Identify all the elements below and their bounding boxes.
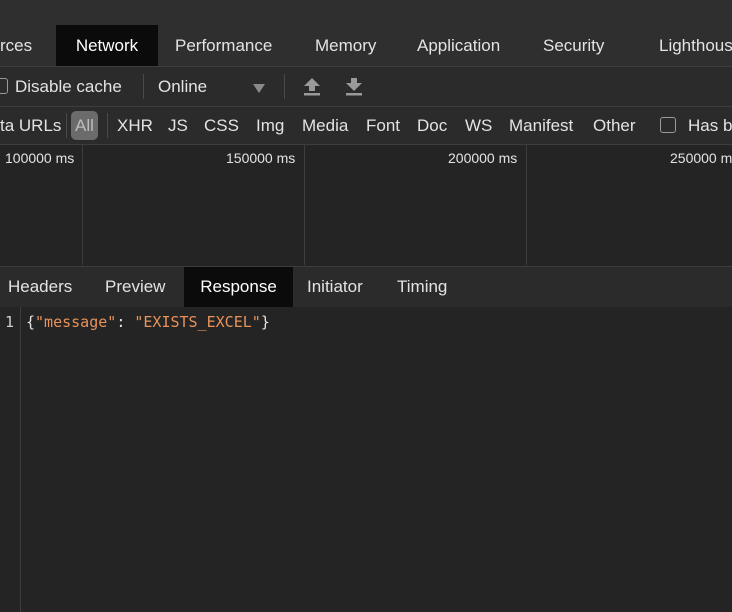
timeline-tick-label: 150000 ms (226, 150, 296, 166)
hide-data-urls-label[interactable]: ta URLs (0, 107, 61, 144)
filter-doc[interactable]: Doc (417, 107, 447, 144)
export-har-icon[interactable] (345, 77, 363, 101)
tab-lighthouse[interactable]: Lighthous (659, 25, 732, 66)
filter-manifest[interactable]: Manifest (509, 107, 573, 144)
filter-media[interactable]: Media (302, 107, 348, 144)
toolbar-divider (143, 74, 144, 99)
chevron-down-icon[interactable] (253, 81, 265, 99)
response-body[interactable]: 1 {"message": "EXISTS_EXCEL"} (0, 307, 732, 612)
network-toolbar: Disable cache Online (0, 67, 732, 107)
filter-all[interactable]: All (71, 111, 98, 140)
disable-cache-label[interactable]: Disable cache (15, 67, 122, 106)
timeline-tick-label: 200000 ms (448, 150, 518, 166)
tab-application[interactable]: Application (417, 25, 500, 66)
tab-timing[interactable]: Timing (397, 267, 447, 307)
tab-initiator[interactable]: Initiator (307, 267, 363, 307)
tab-headers[interactable]: Headers (8, 267, 72, 307)
window-top-strip (0, 0, 732, 25)
json-key: "message" (35, 313, 117, 331)
devtools-main-tabs: rces Network Performance Memory Applicat… (0, 25, 732, 67)
filter-divider (66, 113, 67, 138)
json-brace: } (260, 313, 270, 331)
tab-response[interactable]: Response (184, 267, 293, 307)
tab-preview[interactable]: Preview (105, 267, 165, 307)
line-number: 1 (5, 313, 15, 331)
tab-performance[interactable]: Performance (175, 25, 272, 66)
tab-memory[interactable]: Memory (315, 25, 376, 66)
filter-js[interactable]: JS (168, 107, 188, 144)
timeline-overview[interactable]: 100000 ms 150000 ms 200000 ms 250000 m (0, 145, 732, 265)
filter-ws[interactable]: WS (465, 107, 492, 144)
tab-sources[interactable]: rces (0, 25, 40, 66)
filter-css[interactable]: CSS (204, 107, 239, 144)
filter-xhr[interactable]: XHR (117, 107, 153, 144)
filter-other[interactable]: Other (593, 107, 636, 144)
filter-bar: ta URLs All XHR JS CSS Img Media Font Do… (0, 107, 732, 145)
json-string-value: "EXISTS_EXCEL" (134, 313, 261, 331)
filter-img[interactable]: Img (256, 107, 284, 144)
code-line: {"message": "EXISTS_EXCEL"} (26, 313, 270, 331)
tab-security[interactable]: Security (543, 25, 604, 66)
timeline-gridline (82, 145, 83, 265)
timeline-gridline (304, 145, 305, 265)
timeline-gridline (526, 145, 527, 265)
tab-network[interactable]: Network (56, 25, 158, 66)
timeline-tick-label: 250000 m (670, 150, 732, 166)
line-number-gutter (20, 307, 21, 612)
throttling-select[interactable]: Online (158, 67, 207, 106)
disable-cache-checkbox[interactable] (0, 78, 8, 94)
import-har-icon[interactable] (303, 77, 321, 101)
json-colon: : (116, 313, 135, 331)
has-blocked-cookies-label[interactable]: Has b (688, 107, 732, 144)
filter-divider (107, 113, 108, 138)
timeline-tick-label: 100000 ms (5, 150, 75, 166)
request-detail-tabs: Headers Preview Response Initiator Timin… (0, 266, 732, 308)
json-brace: { (26, 313, 36, 331)
toolbar-divider (284, 74, 285, 99)
has-blocked-cookies-checkbox[interactable] (660, 117, 676, 133)
filter-font[interactable]: Font (366, 107, 400, 144)
